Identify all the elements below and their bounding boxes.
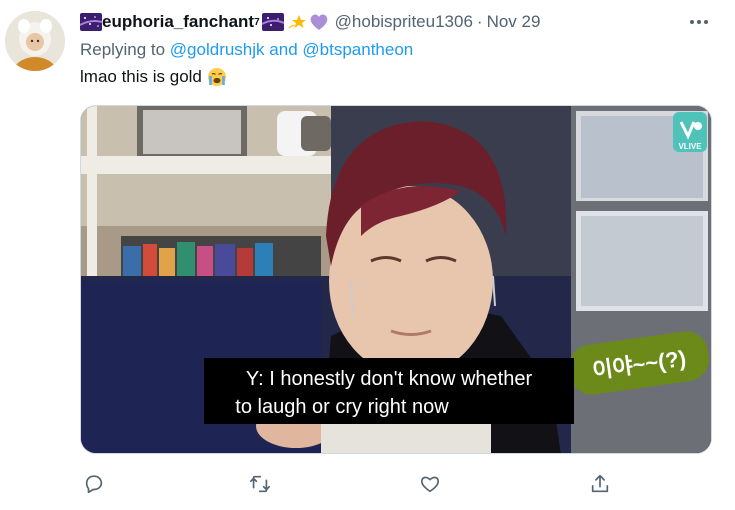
dizzy-star-emoji: [288, 15, 306, 29]
tweet-media-image[interactable]: VLIVE 이야~~(?) Y: I honestly don't know w…: [80, 105, 712, 454]
like-icon: [420, 476, 440, 493]
more-icon: [690, 20, 708, 24]
purple-heart-emoji: [310, 14, 327, 30]
more-options-button[interactable]: [684, 10, 714, 34]
avatar-image: [5, 11, 65, 71]
reply-user-link[interactable]: @goldrushjk: [170, 40, 265, 59]
avatar[interactable]: [5, 11, 65, 71]
tweet-header: euphoria_fanchant 7 @hobispriteu1306 · N…: [80, 10, 540, 34]
tweet-action-bar: [80, 468, 712, 500]
handle[interactable]: @hobispriteu1306: [335, 12, 473, 32]
reply-user-link[interactable]: @btspantheon: [302, 40, 413, 59]
replying-to: Replying to @goldrushjk and @btspantheon: [80, 40, 413, 60]
galaxy-emoji: [261, 13, 284, 31]
name-superscript: 7: [254, 16, 260, 28]
subtitle-line-1: Y: I honestly don't know whether: [246, 368, 533, 390]
subtitle-line-2: to laugh or cry right now: [235, 396, 449, 418]
replying-prefix: Replying to: [80, 40, 166, 59]
retweet-icon: [250, 475, 270, 493]
share-icon: [591, 474, 609, 493]
loudly-crying-face-emoji: [207, 68, 226, 86]
tweet-text: lmao this is gold: [80, 67, 227, 87]
separator-dot: ·: [476, 12, 483, 31]
reply-and[interactable]: and: [269, 40, 297, 59]
share-button[interactable]: [586, 470, 614, 498]
reply-button[interactable]: [80, 470, 108, 498]
video-still: VLIVE 이야~~(?) Y: I honestly don't know w…: [81, 106, 711, 453]
vlive-watermark: VLIVE: [678, 142, 702, 151]
tweet-text-body: lmao this is gold: [80, 67, 202, 86]
tweet-date[interactable]: Nov 29: [487, 12, 541, 32]
like-button[interactable]: [416, 470, 444, 498]
galaxy-emoji: [80, 13, 102, 31]
reply-icon: [85, 475, 103, 494]
display-name[interactable]: euphoria_fanchant: [102, 12, 254, 32]
retweet-button[interactable]: [246, 470, 274, 498]
